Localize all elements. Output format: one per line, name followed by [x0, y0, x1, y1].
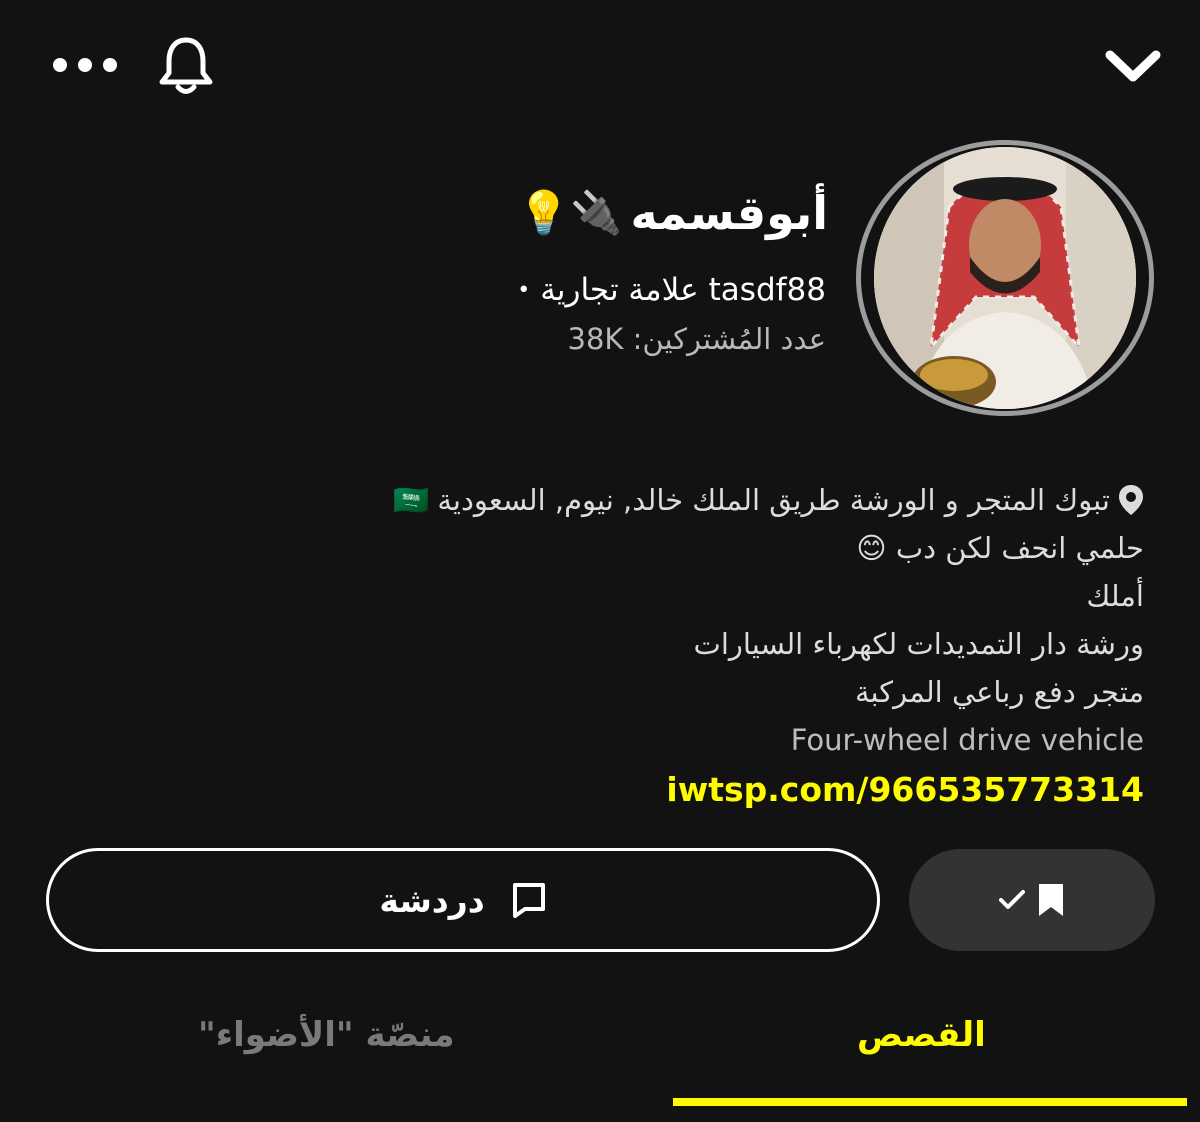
bio-line: ورشة دار التمديدات لكهرباء السيارات — [693, 627, 1144, 661]
profile-bio: تبوك المتجر و الورشة طريق الملك خالد, ني… — [244, 476, 1144, 816]
bio-line: متجر دفع رباعي المركبة — [854, 675, 1144, 709]
bio-location-flag: 🇸🇦 — [393, 483, 430, 517]
bio-line: حلمي انحف لكن دب 😊 — [856, 531, 1144, 565]
chat-icon — [512, 883, 545, 918]
subscriber-count: عدد المُشتركين: 38K — [568, 322, 826, 356]
chat-button-label: دردشة — [379, 880, 485, 920]
bell-icon — [159, 37, 213, 94]
tab-stories[interactable]: القصص — [857, 1015, 986, 1055]
chat-button[interactable]: دردشة — [46, 848, 880, 952]
bio-location-text: تبوك المتجر و الورشة طريق الملك خالد, ني… — [437, 483, 1110, 517]
chevron-down-icon — [1105, 50, 1161, 82]
bio-location[interactable]: تبوك المتجر و الورشة طريق الملك خالد, ني… — [244, 476, 1144, 524]
notifications-button[interactable] — [150, 30, 222, 102]
subscribers-label: عدد المُشتركين: — [632, 322, 826, 356]
active-tab-indicator — [673, 1098, 1187, 1106]
avatar — [874, 147, 1136, 409]
avatar-ring[interactable] — [856, 140, 1154, 416]
checkmark-icon — [999, 890, 1025, 909]
profile-handle-row: tasdf88 علامة تجارية • — [517, 272, 826, 308]
profile-handle: tasdf88 — [708, 272, 826, 308]
bio-link[interactable]: iwtsp.com/966535773314 — [244, 764, 1144, 816]
profile-page: أبوقسمه 🔌💡 tasdf88 علامة تجارية • عدد ال… — [0, 0, 1200, 1122]
subscribe-button[interactable] — [909, 849, 1155, 951]
more-options-button[interactable] — [45, 40, 125, 90]
tab-spotlight[interactable]: منصّة "الأضواء" — [198, 1015, 455, 1055]
profile-name-emojis: 🔌💡 — [517, 188, 623, 237]
top-bar — [0, 0, 1200, 130]
profile-display-name: أبوقسمه — [630, 186, 828, 240]
collapse-button[interactable] — [1098, 36, 1168, 96]
separator-dot: • — [517, 277, 531, 303]
bio-line: أملك — [1086, 579, 1144, 613]
profile-name-row: أبوقسمه 🔌💡 — [518, 190, 828, 236]
more-horizontal-icon — [53, 58, 117, 72]
bio-line-english: Four-wheel drive vehicle — [790, 723, 1144, 757]
bookmark-icon — [1039, 884, 1063, 916]
subscribers-value: 38K — [567, 322, 624, 356]
profile-badge: علامة تجارية — [540, 272, 699, 308]
location-pin-icon — [1119, 485, 1143, 515]
